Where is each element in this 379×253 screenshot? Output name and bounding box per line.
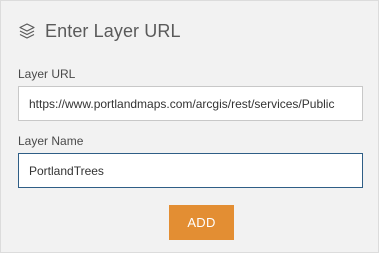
panel-header: Enter Layer URL [18, 19, 181, 43]
layer-url-input[interactable] [18, 86, 363, 121]
layers-icon [18, 22, 36, 40]
add-layer-panel: Enter Layer URL Layer URL Layer Name ADD [0, 0, 379, 253]
panel-title: Enter Layer URL [45, 20, 181, 41]
layer-name-input[interactable] [18, 153, 363, 188]
add-button[interactable]: ADD [169, 205, 234, 240]
layer-name-label: Layer Name [18, 134, 84, 148]
layer-url-label: Layer URL [18, 67, 76, 81]
